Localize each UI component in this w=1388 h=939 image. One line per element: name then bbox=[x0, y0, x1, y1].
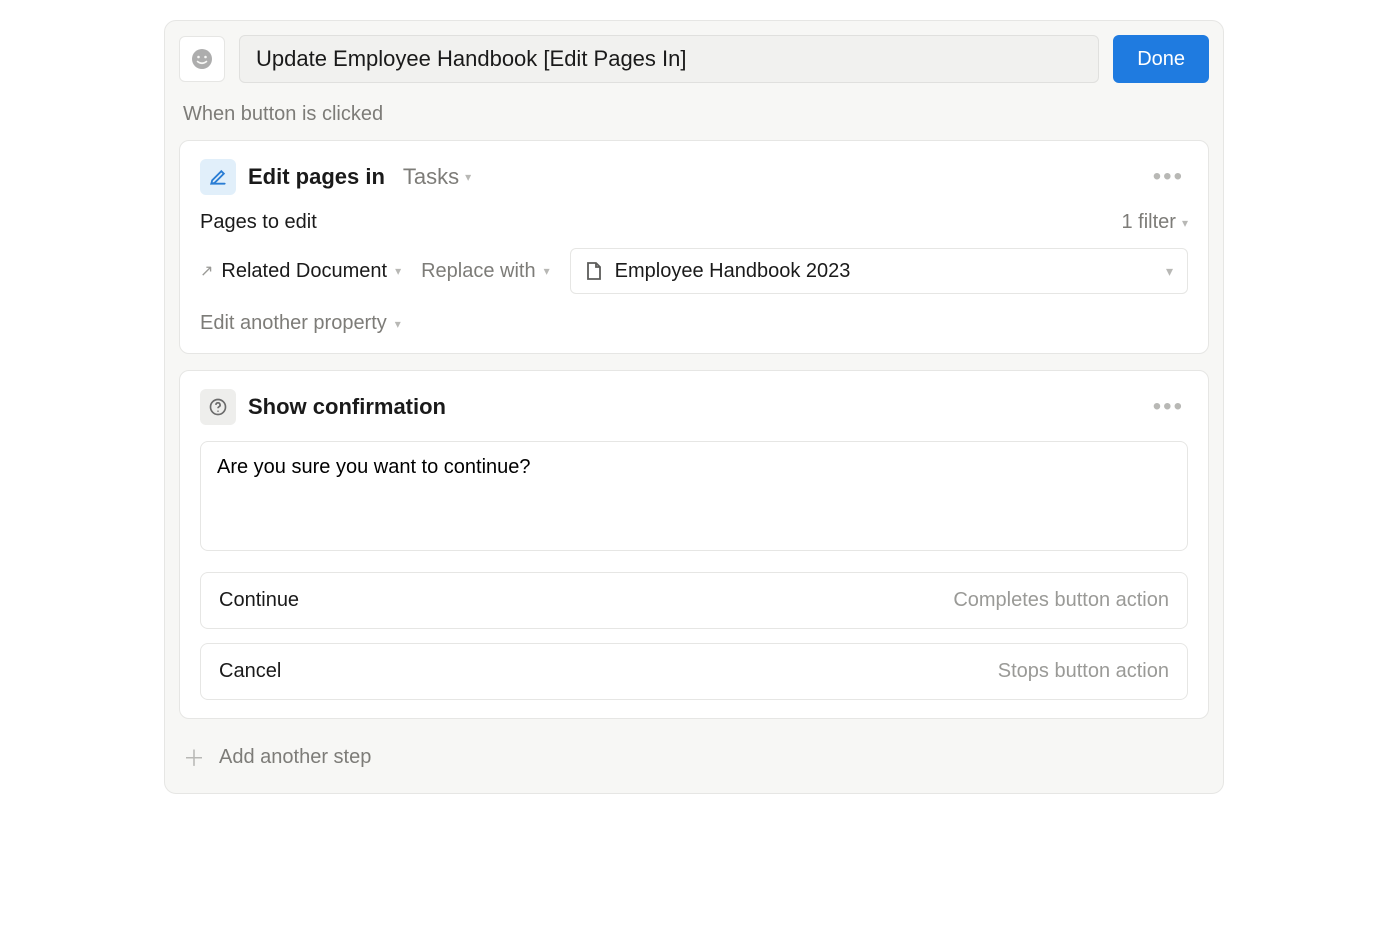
pages-to-edit-label: Pages to edit bbox=[200, 211, 317, 234]
chevron-down-icon: ▾ bbox=[465, 170, 471, 184]
step-title: Edit pages in bbox=[248, 164, 385, 190]
step-more-button[interactable]: ••• bbox=[1149, 159, 1188, 195]
option-label: Cancel bbox=[219, 660, 281, 683]
header-row: Done bbox=[179, 35, 1209, 83]
value-select[interactable]: Employee Handbook 2023 ▾ bbox=[570, 248, 1188, 294]
chevron-down-icon: ▾ bbox=[1182, 216, 1188, 230]
trigger-label: When button is clicked bbox=[183, 103, 1209, 126]
step-source-label: Tasks bbox=[403, 164, 459, 190]
add-another-step-button[interactable]: ＋ Add another step bbox=[179, 735, 1209, 779]
step-more-button[interactable]: ••• bbox=[1149, 389, 1188, 425]
property-edit-row: ↗ Related Document ▾ Replace with ▾ Empl… bbox=[200, 248, 1188, 294]
chevron-down-icon: ▾ bbox=[395, 264, 401, 278]
action-select[interactable]: Replace with ▾ bbox=[421, 260, 550, 283]
action-label: Replace with bbox=[421, 260, 536, 283]
filter-select[interactable]: 1 filter ▾ bbox=[1122, 211, 1189, 234]
confirmation-message-input[interactable] bbox=[200, 441, 1188, 551]
question-icon bbox=[200, 389, 236, 425]
step-show-confirmation: Show confirmation ••• Continue Completes… bbox=[179, 370, 1209, 719]
step-title: Show confirmation bbox=[248, 394, 446, 420]
option-hint: Stops button action bbox=[998, 660, 1169, 683]
document-icon bbox=[585, 261, 603, 281]
property-select[interactable]: ↗ Related Document ▾ bbox=[200, 260, 401, 283]
relation-arrow-icon: ↗ bbox=[200, 261, 213, 281]
step-edit-pages: Edit pages in Tasks ▾ ••• Pages to edit … bbox=[179, 140, 1209, 354]
edit-another-property-button[interactable]: Edit another property ▾ bbox=[200, 312, 401, 335]
edit-icon bbox=[200, 159, 236, 195]
automation-editor: Done When button is clicked Edit pages i… bbox=[164, 20, 1224, 794]
done-button[interactable]: Done bbox=[1113, 35, 1209, 83]
option-label: Continue bbox=[219, 589, 299, 612]
confirm-option-cancel[interactable]: Cancel Stops button action bbox=[200, 643, 1188, 700]
value-text: Employee Handbook 2023 bbox=[615, 260, 1154, 283]
pages-to-edit-row: Pages to edit 1 filter ▾ bbox=[200, 211, 1188, 234]
property-name: Related Document bbox=[221, 260, 387, 283]
add-step-label: Add another step bbox=[219, 746, 371, 769]
plus-icon: ＋ bbox=[183, 741, 205, 773]
emoji-picker-button[interactable] bbox=[179, 36, 225, 82]
chevron-down-icon: ▾ bbox=[544, 264, 550, 278]
step-source-select[interactable]: Tasks ▾ bbox=[403, 164, 471, 190]
automation-title-input[interactable] bbox=[239, 35, 1099, 83]
option-hint: Completes button action bbox=[953, 589, 1169, 612]
chevron-down-icon: ▾ bbox=[395, 317, 401, 331]
chevron-down-icon: ▾ bbox=[1166, 263, 1173, 280]
filter-count-label: 1 filter bbox=[1122, 211, 1176, 234]
smiley-icon bbox=[190, 47, 214, 71]
edit-another-label: Edit another property bbox=[200, 312, 387, 335]
confirm-option-continue[interactable]: Continue Completes button action bbox=[200, 572, 1188, 629]
step-header: Edit pages in Tasks ▾ ••• bbox=[200, 159, 1188, 195]
step-header: Show confirmation ••• bbox=[200, 389, 1188, 425]
